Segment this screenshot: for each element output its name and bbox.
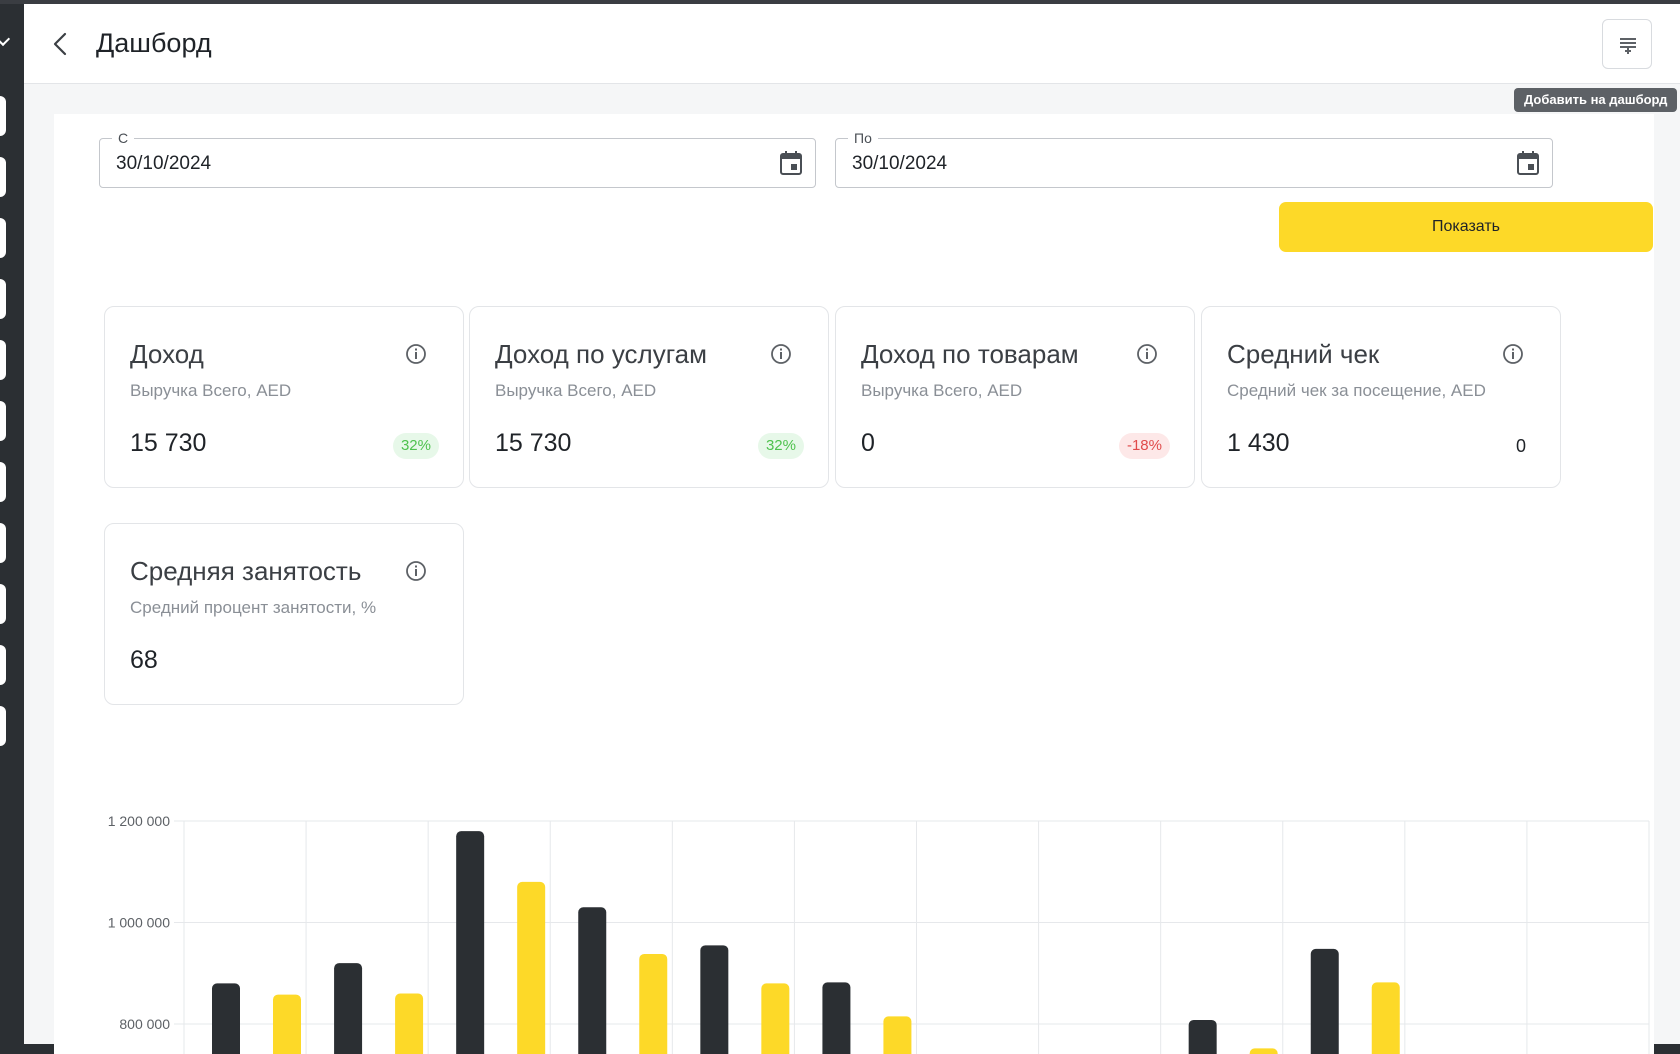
bar-dark[interactable] — [334, 963, 363, 1054]
bar-yellow[interactable] — [883, 1016, 912, 1054]
sidebar-item[interactable] — [0, 584, 6, 624]
card-subtitle: Средний чек за посещение, AED — [1227, 381, 1486, 400]
sidebar-item[interactable] — [0, 523, 6, 563]
bar-dark[interactable] — [1310, 948, 1339, 1054]
date-to-label: По — [848, 130, 878, 146]
y-tick-label: 1 000 000 — [108, 915, 170, 931]
bar-dark[interactable] — [1188, 1019, 1217, 1054]
card-value: 68 — [130, 646, 158, 674]
bar-dark[interactable] — [212, 983, 240, 1054]
bar-yellow[interactable] — [761, 983, 790, 1054]
y-tick-label: 800 000 — [119, 1016, 170, 1032]
bar-dark[interactable] — [700, 945, 729, 1054]
add-widget-icon — [1620, 38, 1636, 54]
card-value: 15 730 — [130, 429, 207, 457]
card-value: 15 730 — [495, 429, 572, 457]
sidebar — [0, 4, 24, 1044]
date-from-value[interactable]: 30/10/2024 — [116, 153, 211, 175]
card-title: Средний чек — [1227, 339, 1380, 369]
calendar-icon[interactable] — [1516, 150, 1540, 176]
info-icon[interactable] — [405, 560, 427, 582]
date-to-field[interactable]: По 30/10/2024 — [835, 130, 1553, 188]
bar-yellow[interactable] — [639, 953, 668, 1054]
kpi-card-average-check: Средний чек Средний чек за посещение, AE… — [1201, 306, 1561, 488]
card-title: Средняя занятость — [130, 556, 362, 586]
kpi-card-income: Доход Выручка Всего, AED 15 730 32% — [104, 306, 464, 488]
info-icon[interactable] — [1136, 343, 1158, 365]
sidebar-item[interactable] — [0, 157, 6, 197]
revenue-bar-chart: 800 000 1 000 000 1 200 000 — [108, 813, 1650, 1054]
change-value: 0 — [1515, 436, 1526, 456]
bar-yellow[interactable] — [395, 993, 424, 1054]
page-title: Дашборд — [96, 28, 212, 58]
date-to-value[interactable]: 30/10/2024 — [852, 153, 947, 175]
bar-yellow[interactable] — [1249, 1048, 1278, 1054]
card-value: 0 — [861, 429, 875, 457]
bar-yellow[interactable] — [517, 881, 546, 1054]
card-title: Доход — [130, 339, 204, 369]
y-tick-label: 1 200 000 — [108, 813, 170, 829]
bar-yellow[interactable] — [273, 994, 301, 1054]
change-badge: 32% — [757, 433, 804, 459]
info-icon[interactable] — [405, 343, 427, 365]
change-badge: 32% — [392, 433, 439, 459]
change-badge: -18% — [1118, 433, 1170, 459]
sidebar-item[interactable] — [0, 645, 6, 685]
calendar-icon[interactable] — [779, 150, 803, 176]
sidebar-item[interactable] — [0, 462, 6, 502]
sidebar-item[interactable] — [0, 340, 6, 380]
back-button[interactable] — [46, 26, 76, 62]
date-from-label: С — [112, 130, 135, 146]
sidebar-item[interactable] — [0, 218, 6, 258]
chevron-left-icon — [53, 32, 67, 56]
date-from-field[interactable]: С 30/10/2024 — [99, 130, 816, 188]
card-title: Доход по товарам — [861, 339, 1079, 369]
card-value: 1 430 — [1227, 429, 1290, 457]
sidebar-item[interactable] — [0, 96, 6, 136]
card-title: Доход по услугам — [495, 339, 707, 369]
info-icon[interactable] — [1502, 343, 1524, 365]
bar-dark[interactable] — [822, 982, 851, 1054]
app-main: Дашборд Добавить на дашборд С 30/10/2024 — [24, 4, 1680, 1054]
kpi-card-services-income: Доход по услугам Выручка Всего, AED 15 7… — [469, 306, 829, 488]
card-subtitle: Средний процент занятости, % — [130, 598, 377, 617]
collapse-chevron-icon[interactable] — [0, 31, 11, 47]
card-subtitle: Выручка Всего, AED — [130, 381, 292, 400]
dashboard-panel: С 30/10/2024 По 30/10/2024 Показать Дохо… — [54, 114, 1654, 1054]
sidebar-item[interactable] — [0, 279, 6, 319]
page-header: Дашборд — [24, 4, 1680, 84]
card-subtitle: Выручка Всего, AED — [861, 381, 1023, 400]
card-subtitle: Выручка Всего, AED — [495, 381, 657, 400]
sidebar-item[interactable] — [0, 401, 6, 441]
add-to-dashboard-button[interactable] — [1602, 19, 1652, 69]
bar-dark[interactable] — [578, 907, 607, 1054]
add-to-dashboard-tooltip: Добавить на дашборд — [1514, 88, 1678, 112]
info-icon[interactable] — [770, 343, 792, 365]
show-button[interactable]: Показать — [1279, 202, 1653, 252]
sidebar-item[interactable] — [0, 706, 6, 746]
kpi-card-products-income: Доход по товарам Выручка Всего, AED 0 -1… — [835, 306, 1195, 488]
bar-dark[interactable] — [456, 831, 485, 1054]
kpi-card-average-occupancy: Средняя занятость Средний процент занято… — [104, 523, 464, 705]
bar-yellow[interactable] — [1371, 982, 1400, 1054]
